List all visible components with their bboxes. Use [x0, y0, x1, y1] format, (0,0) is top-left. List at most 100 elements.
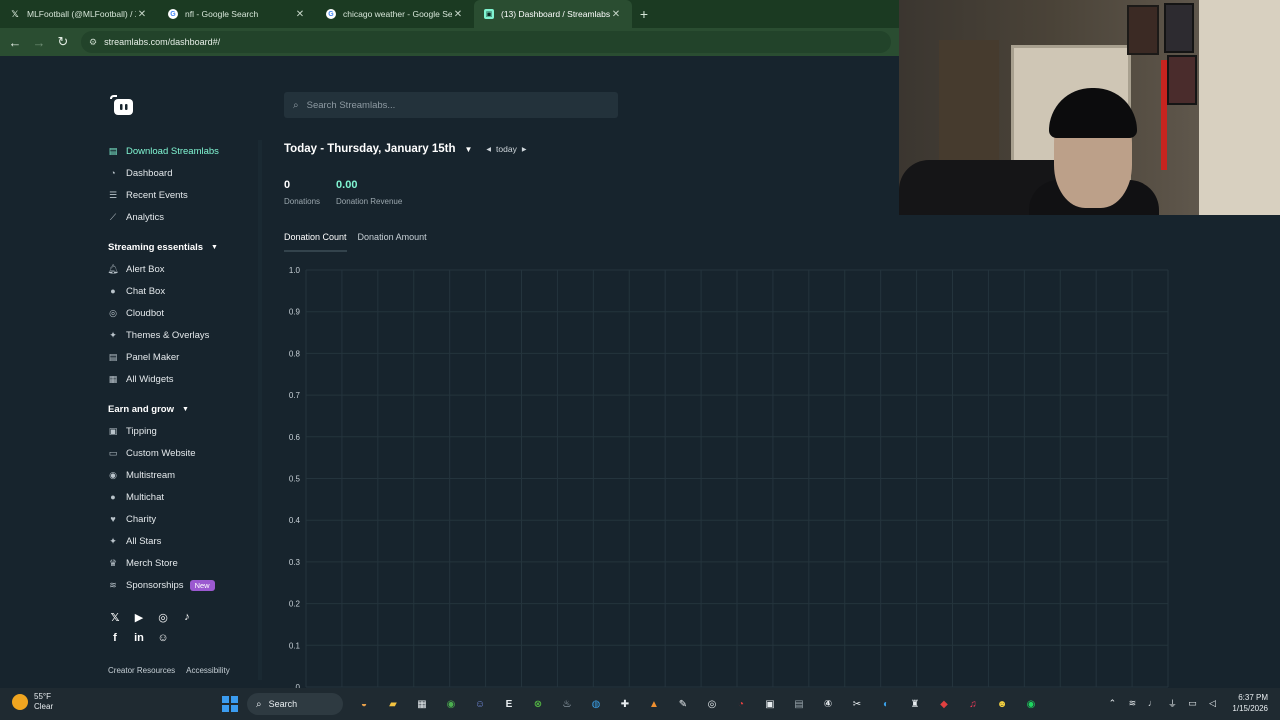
- caret-down-icon: ▼: [211, 243, 218, 251]
- browser-tab[interactable]: 𝕏 MLFootball (@MLFootball) / X ✕: [0, 0, 158, 28]
- weather-text: 55°F Clear: [34, 692, 53, 712]
- file-explorer-icon[interactable]: ▰: [381, 692, 405, 716]
- weather-widget[interactable]: 55°F Clear: [12, 692, 53, 712]
- sidebar-item-panel-maker[interactable]: ▤ Panel Maker: [108, 346, 258, 368]
- tab-close-icon[interactable]: ✕: [294, 9, 306, 20]
- taskbar-search[interactable]: ⌕ Search: [247, 693, 343, 715]
- group-earn-and-grow[interactable]: Earn and grow ▼: [108, 398, 258, 420]
- sidebar-item-label: All Stars: [126, 535, 162, 547]
- stat-donation-revenue: 0.00 Donation Revenue: [336, 179, 402, 206]
- app-icon[interactable]: ✚: [613, 692, 637, 716]
- tab-donation-count[interactable]: Donation Count: [284, 232, 347, 252]
- sidebar-item-all-stars[interactable]: ✦ All Stars: [108, 530, 258, 552]
- chevron-up-icon[interactable]: ⌃: [1106, 698, 1118, 709]
- app-icon[interactable]: ♜: [903, 692, 927, 716]
- monitor-icon[interactable]: ▭: [1186, 698, 1198, 709]
- chrome-icon[interactable]: ◉: [439, 692, 463, 716]
- spotify-icon[interactable]: ◉: [1019, 692, 1043, 716]
- sidebar-item-tipping[interactable]: ▣ Tipping: [108, 420, 258, 442]
- tab-donation-amount[interactable]: Donation Amount: [358, 232, 427, 252]
- sidebar-item-label: Cloudbot: [126, 307, 165, 319]
- browser-tab[interactable]: G nfl - Google Search ✕: [158, 0, 316, 28]
- sidebar-item-all-widgets[interactable]: ▦ All Widgets: [108, 368, 258, 390]
- app-icon[interactable]: ▲: [642, 692, 666, 716]
- app-icon[interactable]: ④: [816, 692, 840, 716]
- app-icon[interactable]: ▤: [787, 692, 811, 716]
- streamlabs-logo[interactable]: [108, 93, 134, 117]
- sidebar-item-themes-overlays[interactable]: ✦ Themes & Overlays: [108, 324, 258, 346]
- y-tick-label: 0.2: [289, 600, 301, 609]
- sidebar-item-custom-website[interactable]: ▭ Custom Website: [108, 442, 258, 464]
- network-icon[interactable]: ≋: [1126, 698, 1138, 709]
- facebook-icon[interactable]: f: [108, 631, 122, 645]
- address-bar[interactable]: ⚙ streamlabs.com/dashboard#/: [81, 31, 891, 53]
- obs-icon[interactable]: ◎: [700, 692, 724, 716]
- webcam-shelf: [939, 40, 999, 180]
- youtube-icon[interactable]: ▶: [132, 610, 146, 624]
- sidebar-item-multichat[interactable]: ● Multichat: [108, 486, 258, 508]
- windows-start-icon[interactable]: [222, 696, 238, 712]
- app-icon[interactable]: ✂: [845, 692, 869, 716]
- app-icon[interactable]: ◐: [874, 692, 898, 716]
- sidebar-item-dashboard[interactable]: ◔ Dashboard: [108, 162, 258, 184]
- widget-burger-icon[interactable]: ◒: [352, 692, 376, 716]
- app-icon[interactable]: ▣: [758, 692, 782, 716]
- clock[interactable]: 6:37 PM 1/15/2026: [1232, 692, 1268, 714]
- accessibility-link[interactable]: Accessibility: [186, 666, 230, 675]
- browser-tab-active[interactable]: ▣ (13) Dashboard / Streamlabs ✕: [474, 0, 632, 28]
- heart-icon: ♥: [110, 514, 116, 524]
- search-bar[interactable]: ⌕: [284, 92, 618, 118]
- steam-icon[interactable]: ♨: [555, 692, 579, 716]
- website-icon: ▭: [108, 447, 118, 458]
- back-button[interactable]: ←: [3, 30, 27, 54]
- mic-icon[interactable]: ♩: [1146, 698, 1158, 708]
- sidebar-item-cloudbot[interactable]: ◎ Cloudbot: [108, 302, 258, 324]
- new-tab-button[interactable]: +: [632, 0, 656, 28]
- sidebar-item-multistream[interactable]: ◉ Multistream: [108, 464, 258, 486]
- date-title[interactable]: Today - Thursday, January 15th: [284, 143, 455, 155]
- forward-button[interactable]: →: [27, 30, 51, 54]
- sidebar-item-analytics[interactable]: ⟋ Analytics: [108, 206, 258, 228]
- tab-close-icon[interactable]: ✕: [452, 9, 464, 20]
- sidebar-item-merch-store[interactable]: ♛ Merch Store: [108, 552, 258, 574]
- music-icon[interactable]: ♫: [961, 692, 985, 716]
- period-label[interactable]: today: [496, 144, 517, 154]
- sidebar-item-alert-box[interactable]: 🔔︎ Alert Box: [107, 258, 258, 280]
- social-links: 𝕏 ▶ ◎ ♪ f in ☺: [108, 610, 208, 645]
- epic-games-icon[interactable]: E: [497, 692, 521, 716]
- x-icon[interactable]: 𝕏: [108, 610, 122, 624]
- taskbar-search-label: Search: [268, 699, 298, 709]
- discord-icon[interactable]: ☺: [468, 692, 492, 716]
- app-icon[interactable]: ◔: [729, 692, 753, 716]
- linkedin-icon[interactable]: in: [132, 631, 146, 645]
- search-input[interactable]: [306, 99, 587, 111]
- tiktok-icon[interactable]: ♪: [180, 610, 194, 624]
- sidebar-scrollbar[interactable]: [258, 140, 262, 680]
- group-streaming-essentials[interactable]: Streaming essentials ▼: [108, 236, 258, 258]
- site-info-icon[interactable]: ⚙: [89, 37, 97, 48]
- sidebar-item-sponsorships[interactable]: ≋ Sponsorships New: [108, 574, 258, 596]
- instagram-icon[interactable]: ◎: [156, 610, 170, 624]
- sidebar-item-recent-events[interactable]: ☰ Recent Events: [108, 184, 258, 206]
- tab-close-icon[interactable]: ✕: [610, 9, 622, 20]
- next-period-icon[interactable]: ▶: [522, 146, 527, 153]
- store-icon[interactable]: ▦: [410, 692, 434, 716]
- pen-icon[interactable]: ✎: [671, 692, 695, 716]
- discord-icon[interactable]: ☺: [156, 631, 170, 645]
- caret-down-icon[interactable]: ▼: [464, 145, 472, 154]
- sponsor-icon: ≋: [109, 579, 117, 590]
- app-icon[interactable]: ◆: [932, 692, 956, 716]
- reload-button[interactable]: ↻: [51, 30, 75, 54]
- xbox-icon[interactable]: ⊗: [526, 692, 550, 716]
- tab-close-icon[interactable]: ✕: [136, 9, 148, 20]
- app-icon[interactable]: ☻: [990, 692, 1014, 716]
- sidebar-item-charity[interactable]: ♥ Charity: [108, 508, 258, 530]
- creator-resources-link[interactable]: Creator Resources: [108, 666, 175, 675]
- volume-icon[interactable]: ◁: [1206, 698, 1218, 709]
- sidebar-item-download-streamlabs[interactable]: ▤ Download Streamlabs: [108, 140, 258, 162]
- previous-period-icon[interactable]: ◀: [486, 146, 491, 153]
- edge-icon[interactable]: ◍: [584, 692, 608, 716]
- browser-tab[interactable]: G chicago weather - Google Search ✕: [316, 0, 474, 28]
- usb-icon[interactable]: ⏚: [1166, 697, 1178, 710]
- sidebar-item-chat-box[interactable]: ● Chat Box: [108, 280, 258, 302]
